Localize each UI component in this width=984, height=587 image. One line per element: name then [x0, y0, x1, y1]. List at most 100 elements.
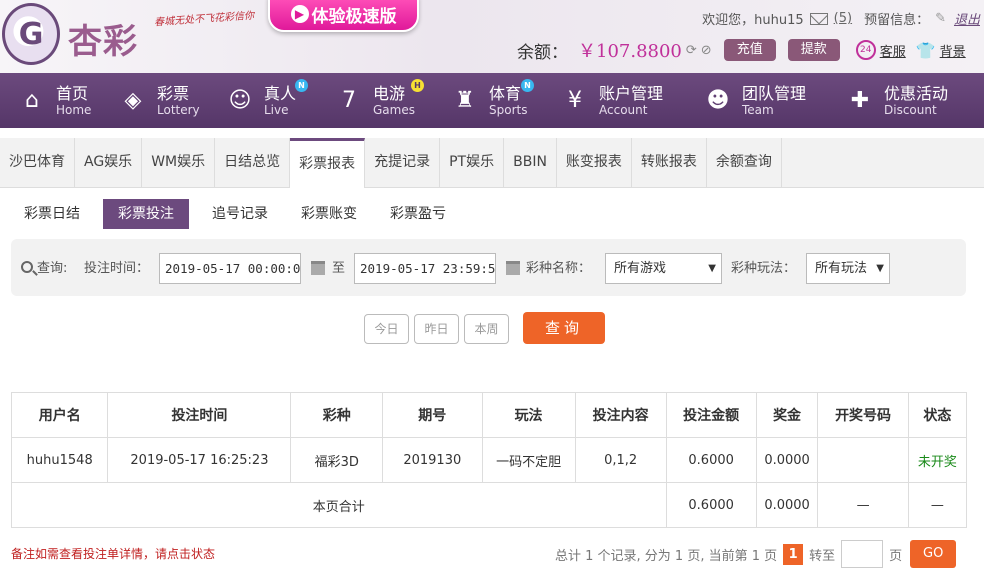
current-page[interactable]: 1	[783, 543, 804, 565]
go-button[interactable]: GO	[910, 540, 957, 568]
nav-item-live[interactable]: ☺ 真人 Live N	[208, 73, 317, 128]
logo-icon[interactable]: G	[2, 3, 60, 65]
background-link[interactable]: 背景	[940, 41, 966, 60]
calendar-icon[interactable]	[506, 261, 520, 275]
cell-time: 2019-05-17 16:25:23	[107, 437, 292, 483]
tab-10[interactable]: 余额查询	[706, 138, 782, 187]
nav-item-home[interactable]: ⌂ 首页 Home	[0, 73, 101, 128]
subtab-0[interactable]: 彩票日结	[14, 199, 90, 229]
table-body: huhu1548 2019-05-17 16:25:23 福彩3D 2019130 一码…	[10, 437, 968, 528]
hide-eye-icon[interactable]: ⊘	[701, 43, 712, 58]
cell-amount: 0.6000	[665, 437, 757, 483]
nav-item-team[interactable]: ☻ 团队管理 Team	[686, 73, 828, 128]
nav-label-en: Games	[373, 102, 415, 117]
column-header: 彩种	[290, 392, 384, 438]
logout-link[interactable]: 退出	[954, 9, 980, 28]
cell-draw	[817, 437, 909, 483]
page-number-input[interactable]	[841, 540, 884, 568]
nav-label-cn: 账户管理	[599, 83, 664, 103]
nav-item-label: 优惠活动 Discount	[884, 83, 949, 117]
table-header: 用户名 投注时间 彩种 期号 玩法 投注内容 投注金额 奖金 开奖号码 状态	[10, 392, 968, 438]
header: G 杏彩 春城无处不飞花彩信你 ▶ 体验极速版 欢迎您，huhu15 (5) 预留…	[0, 0, 984, 73]
end-time-input[interactable]: 2019-05-17 23:59:59	[354, 253, 496, 284]
tab-1[interactable]: AG娱乐	[75, 138, 143, 187]
refresh-icon[interactable]: ⟳	[686, 43, 697, 58]
fast-version-button[interactable]: ▶ 体验极速版	[268, 0, 419, 32]
tab-9[interactable]: 转账报表	[631, 138, 707, 187]
nav-item-label: 账户管理 Account	[599, 83, 664, 117]
column-header: 用户名	[10, 392, 109, 438]
yen-coin-icon: ¥	[568, 88, 582, 113]
nav-label-en: Account	[599, 102, 648, 117]
tab-3[interactable]: 日结总览	[215, 138, 291, 187]
nav-item-discount[interactable]: ✚ 优惠活动 Discount	[828, 73, 974, 128]
column-header: 投注内容	[574, 392, 667, 438]
today-button[interactable]: 今日	[364, 314, 409, 344]
nav-label-cn: 优惠活动	[884, 83, 949, 103]
subtab-1[interactable]: 彩票投注	[103, 199, 189, 229]
nav-label-cn: 彩票	[157, 83, 190, 103]
nav-item-games[interactable]: 7 电游 Games H	[317, 73, 433, 128]
subtab-3[interactable]: 彩票账变	[291, 199, 367, 229]
nav-label-en: Live	[264, 102, 289, 117]
nav-label-cn: 电游	[373, 83, 406, 103]
subtab-2[interactable]: 追号记录	[202, 199, 278, 229]
chevron-down-icon: ▼	[876, 263, 884, 274]
tab-5[interactable]: 充提记录	[365, 138, 441, 187]
nav-item-label: 首页 Home	[56, 83, 91, 117]
subtab-4[interactable]: 彩票盈亏	[380, 199, 456, 229]
tab-4[interactable]: 彩票报表	[290, 138, 366, 188]
logo-text[interactable]: 杏彩	[68, 14, 138, 63]
shirt-icon[interactable]: 👕	[916, 41, 936, 60]
tab-7[interactable]: BBIN	[504, 138, 557, 187]
mail-count[interactable]: (5)	[834, 11, 852, 26]
page: G 杏彩 春城无处不飞花彩信你 ▶ 体验极速版 欢迎您，huhu15 (5) 预留…	[0, 0, 984, 587]
cell-content: 0,1,2	[574, 437, 667, 483]
ticket-icon: ◈	[124, 88, 142, 113]
column-header: 状态	[907, 392, 968, 438]
goto-label: 转至	[809, 548, 836, 564]
withdraw-button[interactable]: 提款	[787, 39, 840, 61]
deposit-button[interactable]: 充值	[723, 39, 776, 61]
cell-status[interactable]: 未开奖	[907, 437, 968, 483]
nav-item-account[interactable]: ¥ 账户管理 Account	[543, 73, 686, 128]
method-select[interactable]: 所有玩法 ▼	[806, 253, 890, 284]
start-time-input[interactable]: 2019-05-17 00:00:00	[159, 253, 301, 284]
calendar-icon[interactable]	[311, 261, 325, 275]
note-text: 备注如需查看投注单详情，请点击状态	[11, 547, 216, 561]
tab-8[interactable]: 账变报表	[556, 138, 632, 187]
nav-item-sports[interactable]: ♜ 体育 Sports N	[433, 73, 543, 128]
welcome-label: 欢迎您，	[702, 13, 755, 28]
tab-0[interactable]: 沙巴体育	[0, 138, 75, 187]
nav-label-en: Team	[742, 102, 774, 117]
nav-item-label: 彩票 Lottery	[157, 83, 200, 117]
mail-icon[interactable]	[809, 12, 828, 25]
query-button[interactable]: 查询	[523, 312, 605, 344]
subtotal-row: 本页合计 0.6000 0.0000— —	[11, 482, 968, 528]
edit-icon[interactable]: ✎	[935, 11, 946, 26]
query-label-text: 查询:	[37, 261, 68, 276]
tab-6[interactable]: PT娱乐	[440, 138, 505, 187]
nav-item-label: 真人 Live	[264, 83, 297, 117]
play-icon: ▶	[290, 5, 309, 23]
game-select[interactable]: 所有游戏 ▼	[605, 253, 722, 284]
gift-icon: ✚	[850, 88, 870, 113]
nav-item-lottery[interactable]: ◈ 彩票 Lottery	[101, 73, 208, 128]
nav-label-cn: 真人	[264, 83, 297, 103]
slot-seven-icon: 7	[342, 88, 356, 113]
pager-summary: 总计 1 个记录, 分为 1 页, 当前第 1 页	[555, 548, 778, 564]
subtotal-amount: 0.6000	[665, 482, 757, 528]
column-header: 奖金	[755, 392, 819, 438]
column-header: 投注金额	[665, 392, 757, 438]
balance-value: ￥107.8800	[578, 41, 682, 62]
nav-badge: N	[521, 79, 534, 92]
this-week-button[interactable]: 本周	[464, 314, 509, 344]
username: huhu15	[754, 13, 804, 28]
nav-label-cn: 首页	[56, 83, 89, 103]
customer-service-link[interactable]: 客服	[880, 41, 906, 60]
customer-service-icon[interactable]: 24	[855, 40, 876, 60]
to-label: 至	[332, 261, 346, 276]
tab-2[interactable]: WM娱乐	[142, 138, 216, 187]
yesterday-button[interactable]: 昨日	[414, 314, 459, 344]
cell-bonus: 0.0000	[755, 437, 819, 483]
